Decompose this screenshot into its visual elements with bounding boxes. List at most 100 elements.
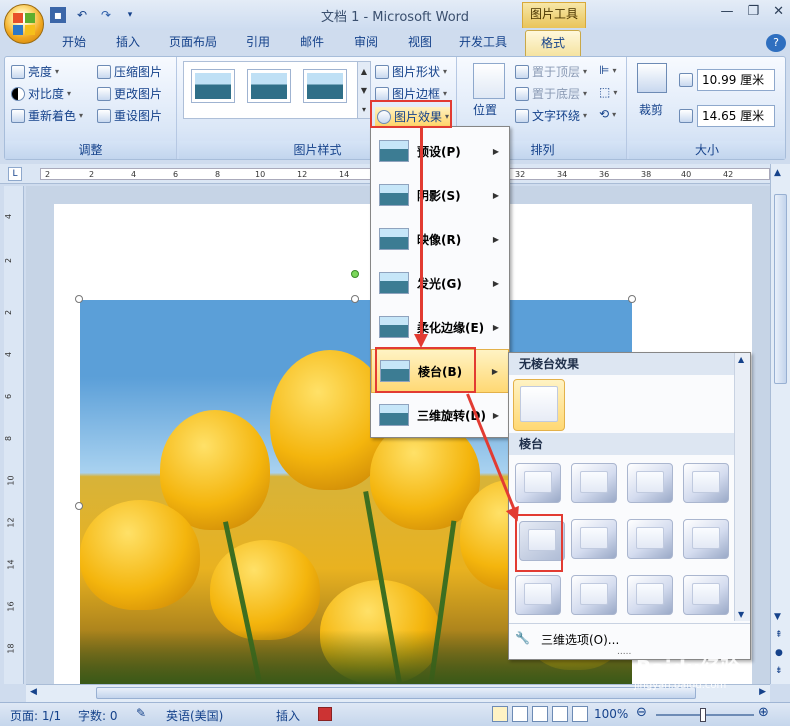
resize-handle[interactable] (75, 295, 83, 303)
brightness-label: 亮度 (28, 65, 53, 79)
close-icon[interactable]: ✕ (773, 4, 784, 19)
bring-to-front-button[interactable]: 置于顶层 ▾ (515, 63, 587, 80)
annotation-arrow (420, 128, 423, 334)
rotate-icon[interactable]: ⟲ ▾ (599, 107, 616, 121)
bevel-gallery-scrollbar[interactable]: ▲ ▼ (734, 353, 750, 621)
brightness-button[interactable]: 亮度 ▾ (11, 63, 59, 80)
tab-review[interactable]: 审阅 (344, 30, 388, 56)
ribbon-tabs: 开始 插入 页面布局 引用 邮件 审阅 视图 开发工具 格式 ? (0, 30, 790, 56)
send-to-back-button[interactable]: 置于底层 ▾ (515, 85, 587, 102)
scroll-down-icon[interactable]: ▼ (774, 612, 781, 622)
page-count[interactable]: 页面: 1/1 (10, 707, 61, 724)
language[interactable]: 英语(美国) (166, 707, 223, 724)
height-input[interactable]: 10.99 厘米 (697, 69, 775, 91)
crop-button[interactable]: 裁剪 (639, 101, 663, 118)
width-input[interactable]: 14.65 厘米 (697, 105, 775, 127)
menu-item-reflection[interactable]: 映像(R) ▶ (371, 217, 509, 261)
outline-icon[interactable] (552, 706, 568, 722)
menu-item-shadow[interactable]: 阴影(S) ▶ (371, 173, 509, 217)
contrast-icon (11, 86, 25, 101)
restore-icon[interactable]: ❐ (747, 4, 759, 19)
tab-mailings[interactable]: 邮件 (290, 30, 334, 56)
tab-format[interactable]: 格式 (525, 30, 581, 56)
style-thumb-2[interactable] (247, 69, 291, 103)
reflection-icon (379, 228, 409, 250)
gallery-scroll[interactable]: ▲ ▼ ▾ (357, 61, 371, 119)
menu-item-glow[interactable]: 发光(G) ▶ (371, 261, 509, 305)
draft-icon[interactable] (572, 706, 588, 722)
menu-item-soft-edges[interactable]: 柔化边缘(E) ▶ (371, 305, 509, 349)
align-icon[interactable]: ⊫ ▾ (599, 63, 616, 77)
menu-item-preset[interactable]: 预设(P) ▶ (371, 129, 509, 173)
bevel-option[interactable] (515, 463, 561, 503)
proofing-icon[interactable]: ✎ (136, 706, 146, 720)
resize-handle[interactable] (351, 295, 359, 303)
tab-selector-icon[interactable]: L (8, 167, 22, 181)
vertical-scrollbar[interactable]: ▲ ▼ ⇞ ● ⇟ (770, 164, 790, 684)
web-layout-icon[interactable] (532, 706, 548, 722)
bevel-option[interactable] (683, 575, 729, 615)
crop-label: 裁剪 (639, 103, 664, 117)
zoom-out-icon[interactable]: ⊖ (636, 705, 647, 720)
contrast-button[interactable]: 对比度 ▾ (11, 85, 71, 102)
print-layout-icon[interactable] (492, 706, 508, 722)
bevel-option[interactable] (683, 519, 729, 559)
help-icon[interactable]: ? (766, 34, 786, 52)
scroll-right-icon[interactable]: ▶ (759, 687, 766, 697)
rotate-handle[interactable] (351, 270, 359, 278)
insert-mode[interactable]: 插入 (276, 707, 300, 724)
group-icon[interactable]: ⬚ ▾ (599, 85, 617, 99)
reset-picture-button[interactable]: 重设图片 (97, 107, 162, 124)
tab-view[interactable]: 视图 (398, 30, 442, 56)
bevel-option[interactable] (571, 519, 617, 559)
3d-options-item[interactable]: 三维选项(O)... (541, 631, 619, 648)
recolor-button[interactable]: 重新着色 ▾ (11, 107, 83, 124)
next-page-icon[interactable]: ⇟ (775, 666, 783, 676)
resize-grip[interactable]: ..... (617, 647, 631, 657)
browse-object-icon[interactable]: ● (775, 648, 783, 658)
change-picture-button[interactable]: 更改图片 (97, 85, 162, 102)
bevel-none-option[interactable] (513, 379, 565, 431)
menu-item-3d-rotation[interactable]: 三维旋转(D) ▶ (371, 393, 509, 437)
scroll-thumb[interactable] (774, 194, 787, 384)
bevel-option[interactable] (515, 575, 561, 615)
zoom-slider-thumb[interactable] (700, 708, 706, 722)
style-thumb-1[interactable] (191, 69, 235, 103)
bevel-option[interactable] (683, 463, 729, 503)
status-bar: 页面: 1/1 字数: 0 ✎ 英语(美国) 插入 100% ⊖ ⊕ (0, 702, 790, 726)
hscroll-thumb[interactable] (96, 687, 696, 699)
picture-shape-button[interactable]: 图片形状 ▾ (375, 63, 447, 80)
tab-page-layout[interactable]: 页面布局 (160, 30, 226, 56)
bevel-option[interactable] (627, 519, 673, 559)
position-button[interactable]: 位置 (473, 101, 497, 118)
zoom-in-icon[interactable]: ⊕ (758, 705, 769, 720)
macro-record-icon[interactable] (318, 707, 332, 721)
bevel-option[interactable] (571, 575, 617, 615)
prev-page-icon[interactable]: ⇞ (775, 630, 783, 640)
word-count[interactable]: 字数: 0 (78, 707, 118, 724)
position-label: 位置 (473, 103, 498, 117)
tab-developer[interactable]: 开发工具 (450, 30, 516, 56)
tab-home[interactable]: 开始 (52, 30, 96, 56)
bevel-option[interactable] (627, 575, 673, 615)
text-wrap-button[interactable]: 文字环绕 ▾ (515, 107, 587, 124)
minimize-icon[interactable]: — (720, 4, 733, 19)
compress-pictures-button[interactable]: 压缩图片 (97, 63, 162, 80)
resize-handle[interactable] (75, 502, 83, 510)
recolor-label: 重新着色 (28, 109, 77, 123)
send-back-icon (515, 86, 529, 101)
text-wrap-label: 文字环绕 (532, 109, 581, 123)
scroll-left-icon[interactable]: ◀ (30, 687, 37, 697)
scroll-up-icon[interactable]: ▲ (774, 168, 781, 178)
bevel-option[interactable] (627, 463, 673, 503)
style-thumb-3[interactable] (303, 69, 347, 103)
bevel-option[interactable] (571, 463, 617, 503)
full-screen-icon[interactable] (512, 706, 528, 722)
zoom-level[interactable]: 100% (594, 707, 628, 721)
crop-icon[interactable] (637, 63, 667, 93)
recolor-icon (11, 108, 25, 123)
resize-handle[interactable] (628, 295, 636, 303)
tab-insert[interactable]: 插入 (106, 30, 150, 56)
tab-references[interactable]: 引用 (236, 30, 280, 56)
position-icon[interactable] (473, 63, 505, 99)
